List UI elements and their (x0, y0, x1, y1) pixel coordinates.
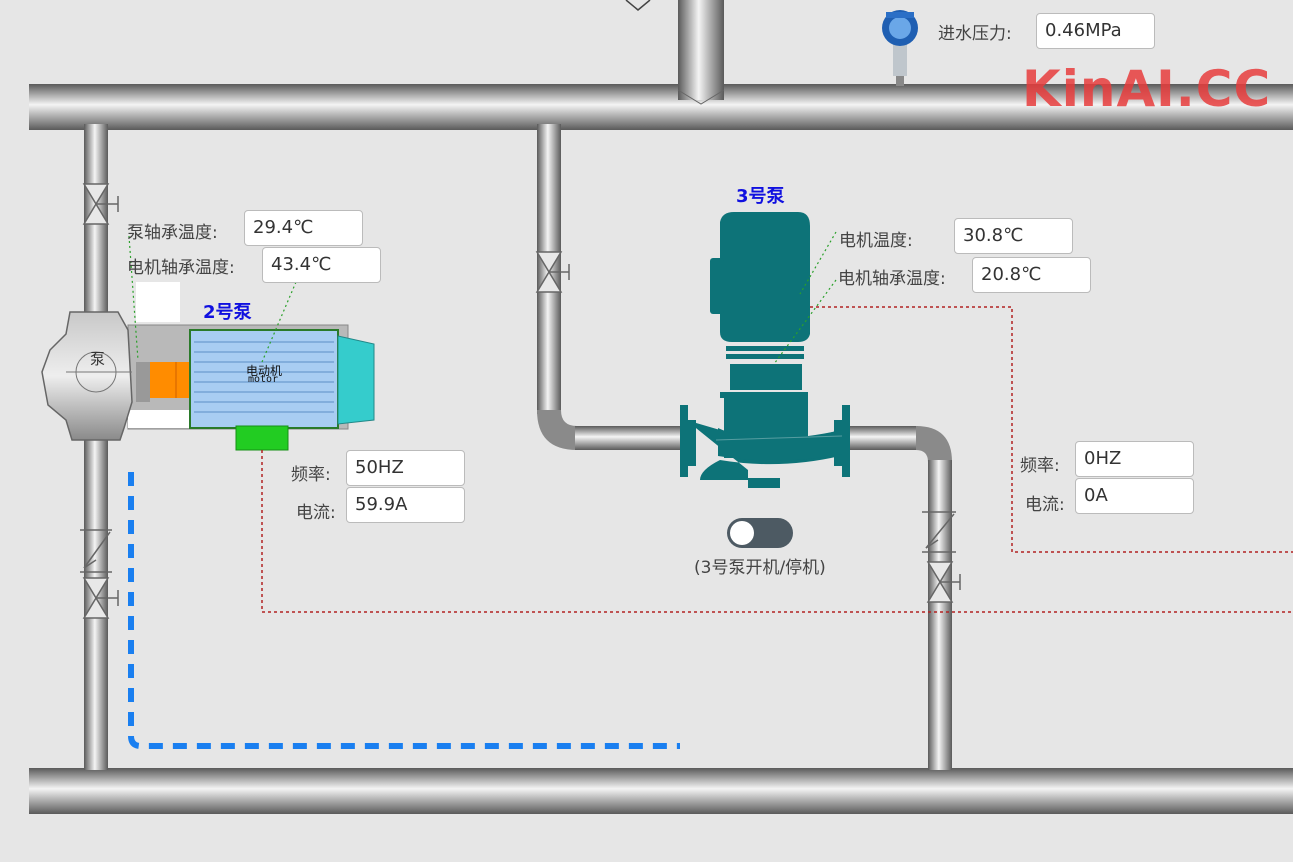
pump2-bearing-temp-value: 29.4℃ (244, 210, 363, 246)
pump3-frequency-value: 0HZ (1075, 441, 1194, 477)
pump2-casing-text: 泵 (90, 350, 106, 368)
pump2-motor-bearing-temp-label: 电机轴承温度: (127, 258, 235, 278)
process-diagram (29, 0, 1293, 814)
pump2-motor-text-en: motor (248, 374, 279, 385)
bottom-header-pipe (29, 768, 1293, 814)
pump3-motor-temp-label: 电机温度: (839, 231, 913, 251)
pump3-motor-temp-value: 30.8℃ (954, 218, 1073, 254)
pump3-frequency-label: 频率: (1020, 456, 1060, 476)
inlet-pressure-label: 进水压力: (938, 24, 1012, 44)
pump3-discharge-pipe (928, 460, 952, 770)
pressure-transmitter-icon (882, 10, 918, 86)
pump3-toggle-caption: (3号泵开机/停机) (694, 558, 826, 578)
pump2-current-value: 59.9A (346, 487, 465, 523)
pump2-title: 2号泵 (203, 302, 252, 323)
pump3-suction-horizontal (575, 426, 680, 450)
pump2-frequency-label: 频率: (291, 465, 331, 485)
pump3-current-label: 电流: (1025, 495, 1065, 515)
pump3-power-toggle[interactable] (727, 518, 793, 548)
pump3-motor-bearing-temp-value: 20.8℃ (972, 257, 1091, 293)
pump2-motor-bearing-temp-value: 43.4℃ (262, 247, 381, 283)
pump3-title: 3号泵 (736, 186, 785, 207)
pump3-motor-bearing-temp-label: 电机轴承温度: (838, 269, 946, 289)
toggle-knob (730, 521, 754, 545)
pump2-frequency-value: 50HZ (346, 450, 465, 486)
pump2-bearing-temp-label: 泵轴承温度: (127, 223, 218, 243)
watermark: KinAI.CC (1022, 60, 1272, 118)
pump2-current-label: 电流: (296, 503, 336, 523)
pump3-current-value: 0A (1075, 478, 1194, 514)
top-inlet-pipe (678, 0, 724, 100)
inlet-pressure-value: 0.46MPa (1036, 13, 1155, 49)
pump3-discharge-horizontal (850, 426, 918, 450)
